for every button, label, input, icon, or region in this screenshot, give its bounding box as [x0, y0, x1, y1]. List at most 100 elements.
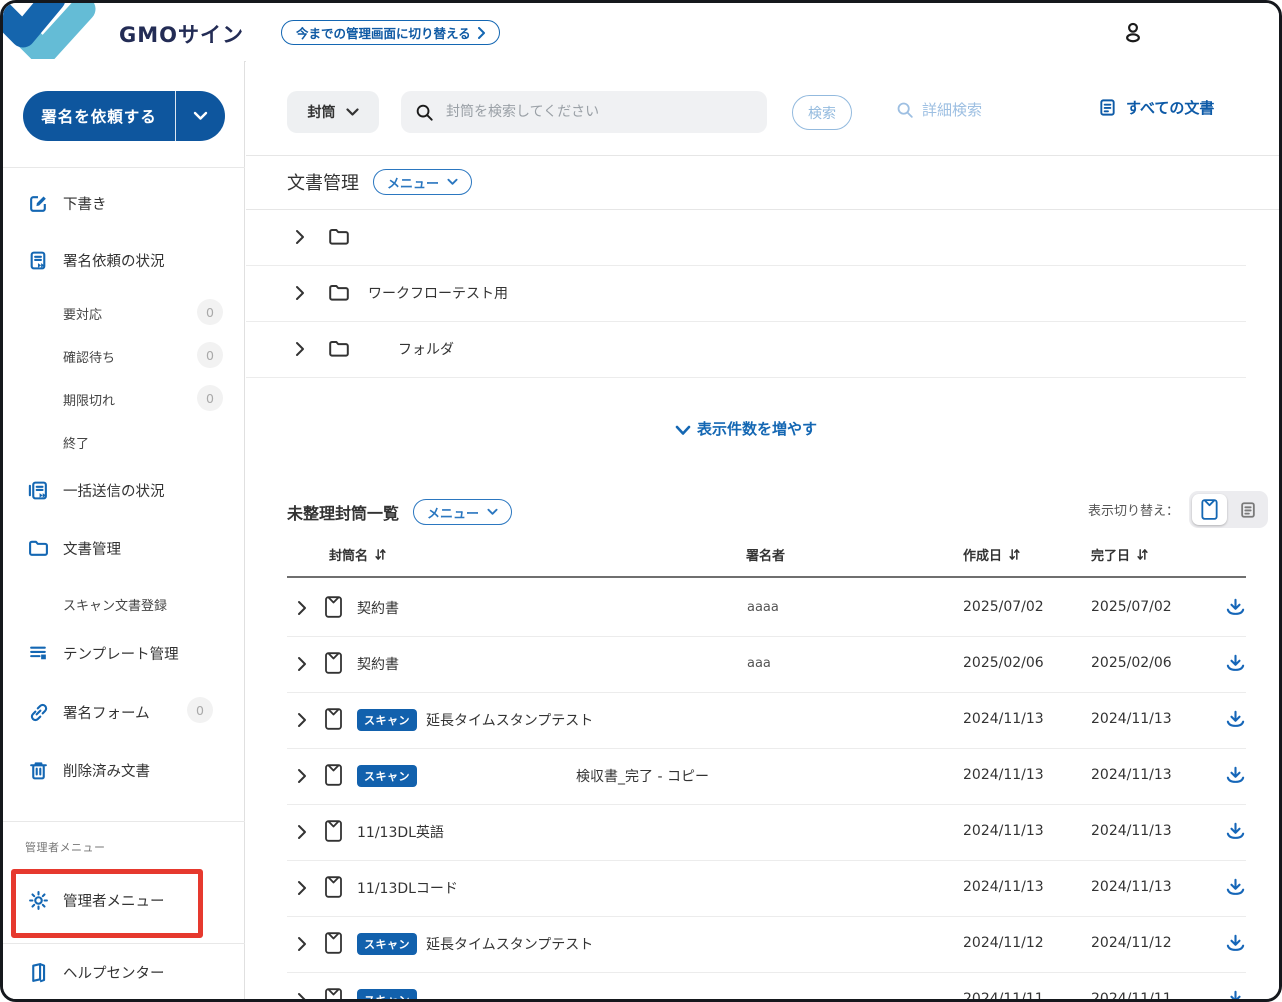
row-expand-chevron[interactable] [297, 656, 307, 676]
search-submit-button[interactable]: 検索 [792, 95, 852, 130]
all-documents-label: すべての文書 [1126, 97, 1214, 118]
sidebar-item-request-status[interactable]: 署名依頼の状況 [27, 248, 165, 272]
download-button[interactable] [1225, 933, 1246, 957]
doc-management-section-header: 文書管理 メニュー [287, 169, 472, 195]
expand-chevron-icon[interactable] [295, 285, 305, 301]
completed-date-cell: 2025/02/06 [1091, 655, 1172, 671]
folder-row[interactable] [246, 209, 1246, 266]
created-date-cell: 2025/07/02 [963, 599, 1044, 615]
created-date-cell: 2025/02/06 [963, 655, 1044, 671]
column-header-completed[interactable]: 完了日 [1091, 545, 1149, 564]
column-header-name[interactable]: 封筒名 [329, 545, 387, 564]
column-header-label: 署名者 [746, 545, 785, 564]
envelope-icon [325, 988, 342, 1002]
row-expand-chevron[interactable] [297, 880, 307, 900]
search-category-dropdown[interactable]: 封筒 [287, 91, 379, 133]
sidebar-subitem-needs-action[interactable]: 要対応 0 [63, 302, 102, 324]
created-date-cell: 2024/11/12 [963, 935, 1044, 951]
sidebar-item-signature-form[interactable]: 署名フォーム 0 [27, 700, 150, 724]
switch-admin-view-button[interactable]: 今までの管理画面に切り替える [281, 20, 500, 45]
signer-cell: aaa [747, 656, 771, 671]
folder-icon [328, 226, 350, 248]
load-more-link[interactable]: 表示件数を増やす [246, 418, 1246, 439]
column-header-label: 作成日 [963, 545, 1002, 564]
download-icon [1225, 653, 1246, 673]
advanced-search-link[interactable]: 詳細検索 [896, 99, 982, 120]
envelope-table-header: 封筒名 署名者 作成日 完了日 [287, 539, 1246, 578]
chevron-right-icon [297, 656, 307, 672]
sidebar-item-document-management[interactable]: 文書管理 [27, 536, 121, 560]
row-expand-chevron[interactable] [297, 824, 307, 844]
download-button[interactable] [1225, 877, 1246, 901]
expand-chevron-icon[interactable] [295, 229, 305, 245]
row-expand-chevron[interactable] [297, 768, 307, 788]
sort-icon[interactable] [1008, 548, 1021, 561]
sort-icon[interactable] [1136, 548, 1149, 561]
envelope-view-button[interactable] [1192, 494, 1227, 525]
count-badge: 0 [197, 342, 223, 368]
envelope-row: スキャン延長タイムスタンプテスト2024/11/132024/11/13 [287, 692, 1246, 749]
sidebar-subitem-label: 終了 [63, 433, 89, 452]
sidebar-item-template-management[interactable]: テンプレート管理 [27, 641, 179, 665]
sort-icon[interactable] [374, 548, 387, 561]
chevron-right-icon [297, 768, 307, 784]
folder-row[interactable]: ワークフローテスト用 [246, 265, 1246, 322]
envelope-name: 11/13DLコード [357, 878, 458, 898]
created-date-cell: 2024/11/11 [963, 991, 1044, 1002]
menu-button-label: メニュー [427, 503, 479, 522]
completed-date-cell: 2024/11/13 [1091, 767, 1172, 783]
request-signature-button[interactable]: 署名を依頼する [23, 91, 225, 141]
download-button[interactable] [1225, 989, 1246, 1002]
doc-section-menu-button[interactable]: メニュー [373, 169, 472, 195]
sidebar-subitem-expired[interactable]: 期限切れ 0 [63, 388, 115, 410]
envelope-row: スキャン2024/11/112024/11/11 [287, 972, 1246, 1002]
envelope-name: 延長タイムスタンプテスト [426, 710, 593, 730]
scan-badge: スキャン [357, 933, 417, 955]
sidebar-item-help-center[interactable]: ヘルプセンター [27, 960, 165, 984]
view-toggle-group [1189, 491, 1268, 528]
sidebar-item-label: 下書き [63, 193, 107, 214]
row-expand-chevron[interactable] [297, 992, 307, 1002]
list-view-button[interactable] [1230, 494, 1265, 525]
row-expand-chevron[interactable] [297, 936, 307, 956]
sidebar-item-deleted-documents[interactable]: 削除済み文書 [27, 758, 150, 782]
folder-icon [27, 537, 49, 559]
request-signature-label: 署名を依頼する [23, 105, 175, 127]
sidebar-subitem-scan-document-registration[interactable]: スキャン文書登録 [63, 593, 167, 615]
row-expand-chevron[interactable] [297, 712, 307, 732]
download-button[interactable] [1225, 597, 1246, 621]
download-button[interactable] [1225, 765, 1246, 789]
view-toggle: 表示切り替え： [1088, 491, 1268, 528]
search-icon [415, 103, 434, 122]
sidebar-subitem-awaiting-confirmation[interactable]: 確認待ち 0 [63, 345, 115, 367]
folder-row[interactable]: フォルダ [246, 321, 1246, 378]
envelope-row: 11/13DLコード2024/11/132024/11/13 [287, 860, 1246, 917]
view-toggle-label: 表示切り替え： [1088, 500, 1179, 519]
sidebar-divider [3, 167, 245, 168]
divider [246, 155, 1282, 156]
download-button[interactable] [1225, 821, 1246, 845]
chevron-right-icon [297, 936, 307, 952]
envelope-section-menu-button[interactable]: メニュー [413, 499, 512, 525]
chevron-down-icon [675, 425, 691, 436]
download-button[interactable] [1225, 653, 1246, 677]
envelope-name: 契約書 [357, 598, 399, 618]
download-button[interactable] [1225, 709, 1246, 733]
sidebar-item-bulk-send-status[interactable]: 一括送信の状況 [27, 478, 165, 502]
row-expand-chevron[interactable] [297, 600, 307, 620]
count-badge: 0 [197, 385, 223, 411]
menu-button-label: メニュー [387, 173, 439, 192]
column-header-created[interactable]: 作成日 [963, 545, 1021, 564]
search-input[interactable] [444, 103, 753, 121]
sidebar-item-label: 削除済み文書 [63, 760, 150, 781]
expand-chevron-icon[interactable] [295, 341, 305, 357]
sidebar-item-admin-menu[interactable]: 管理者メニュー [27, 888, 165, 912]
request-dropdown-toggle[interactable] [176, 111, 225, 121]
sidebar-subitem-finished[interactable]: 終了 [63, 431, 89, 453]
sidebar-item-drafts[interactable]: 下書き [27, 191, 107, 215]
column-header-signer: 署名者 [746, 545, 785, 564]
search-box [401, 91, 767, 133]
sidebar-item-label: テンプレート管理 [63, 643, 179, 664]
user-account-icon[interactable] [1120, 20, 1146, 50]
all-documents-link[interactable]: すべての文書 [1098, 97, 1214, 118]
